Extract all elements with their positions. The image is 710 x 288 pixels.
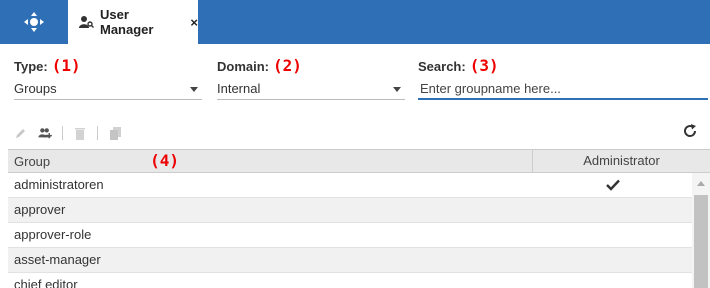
type-marker: (1) [51,56,81,75]
table-marker: (4) [150,151,180,170]
toolbar [14,124,122,142]
close-icon[interactable]: × [190,15,198,30]
group-name-cell: administratoren [14,177,104,192]
domain-label-text: Domain: [217,59,269,74]
toolbar-divider [97,126,98,140]
chevron-down-icon [393,87,401,92]
domain-select[interactable]: Internal [217,78,405,100]
tab-label: User Manager [100,7,154,37]
pencil-icon[interactable] [14,126,28,140]
table-row[interactable]: approver-role [8,223,692,248]
group-table: Group (4) Administrator administratoren a… [8,149,710,288]
table-row[interactable]: asset-manager [8,248,692,273]
group-name-cell: approver-role [14,227,92,242]
column-header-administrator[interactable]: Administrator [532,150,710,173]
domain-select-value: Internal [217,81,261,96]
column-header-group[interactable]: Group (4) [14,150,179,173]
table-row[interactable]: administratoren [8,173,692,198]
trash-icon[interactable] [73,126,87,140]
add-group-icon[interactable] [38,126,52,140]
search-label: Search: (3) [418,56,499,75]
top-bar: User Manager × [0,0,710,44]
type-label: Type: (1) [14,56,81,75]
checkmark-icon [532,173,694,197]
toolbar-divider [62,126,63,140]
domain-label: Domain: (2) [217,56,302,75]
refresh-icon[interactable] [682,123,698,139]
search-label-text: Search: [418,59,466,74]
column-header-label: Group [14,154,51,169]
tab-user-manager[interactable]: User Manager × [68,0,198,44]
search-input[interactable] [418,78,708,100]
table-row[interactable]: approver [8,198,692,223]
user-key-icon [78,14,94,30]
group-name-cell: chief editor [14,277,78,288]
scroll-up-arrow-icon[interactable] [697,181,705,186]
type-label-text: Type: [14,59,48,74]
vertical-scrollbar[interactable] [692,173,710,288]
group-name-cell: approver [14,202,66,217]
type-select[interactable]: Groups [14,78,202,100]
copy-icon[interactable] [108,126,122,140]
group-name-cell: asset-manager [14,252,101,267]
scrollbar-thumb[interactable] [694,195,708,288]
search-marker: (3) [469,56,499,75]
table-row[interactable]: chief editor [8,273,692,288]
table-header: Group (4) Administrator [8,149,710,173]
type-select-value: Groups [14,81,57,96]
domain-marker: (2) [273,56,302,75]
move-arrows-icon[interactable] [0,0,68,44]
chevron-down-icon [190,87,198,92]
table-body: administratoren approver approver-role a… [8,173,692,288]
